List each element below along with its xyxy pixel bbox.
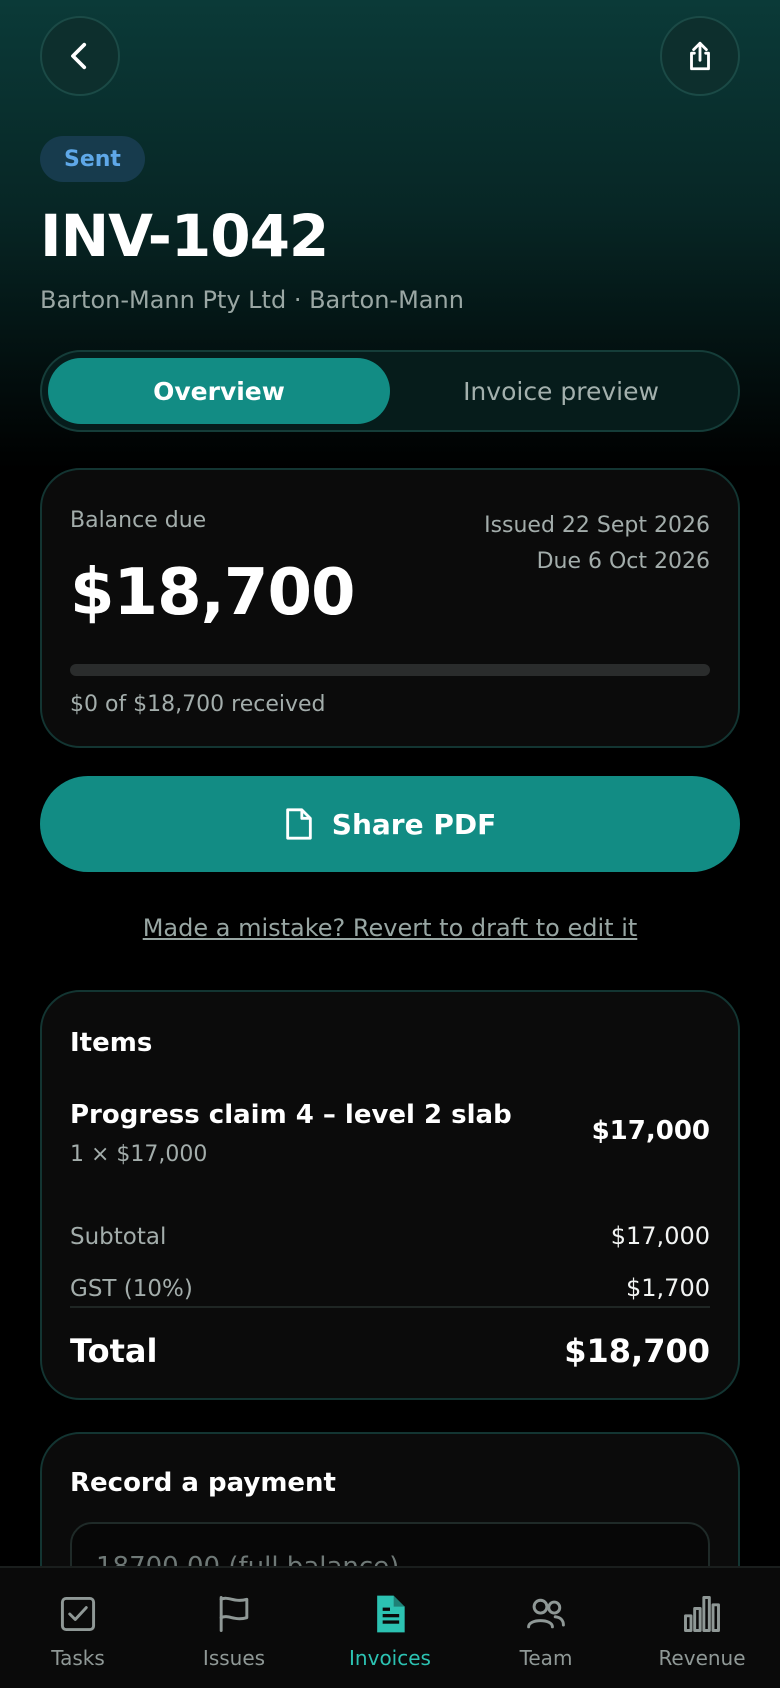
- status-badge: Sent: [40, 136, 145, 182]
- nav-label: Revenue: [658, 1646, 746, 1670]
- share-pdf-label: Share PDF: [331, 807, 497, 841]
- nav-team[interactable]: Team: [468, 1568, 624, 1688]
- items-card: Items Progress claim 4 – level 2 slab 1 …: [40, 990, 740, 1400]
- back-button[interactable]: [40, 16, 120, 96]
- line-item-name: Progress claim 4 – level 2 slab: [70, 1100, 512, 1130]
- balance-card: Balance due $18,700 Issued 22 Sept 2026 …: [40, 468, 740, 748]
- nav-issues[interactable]: Issues: [156, 1568, 312, 1688]
- client-name: Barton-Mann Pty Ltd · Barton-Mann: [40, 286, 464, 314]
- line-item-quantity: 1 × $17,000: [70, 1142, 208, 1167]
- share-pdf-button[interactable]: Share PDF: [40, 776, 740, 872]
- share-icon: [690, 41, 710, 71]
- document-icon: [377, 1595, 405, 1633]
- nav-label: Issues: [202, 1646, 266, 1670]
- nav-revenue[interactable]: Revenue: [624, 1568, 780, 1688]
- nav-label: Team: [519, 1646, 573, 1670]
- gst-label: GST (10%): [70, 1276, 193, 1302]
- balance-label: Balance due: [70, 508, 207, 533]
- people-icon: [527, 1598, 565, 1629]
- nav-invoices[interactable]: Invoices: [312, 1568, 468, 1688]
- bar-chart-icon: [684, 1596, 720, 1632]
- due-date: Due 6 Oct 2026: [536, 549, 710, 574]
- received-summary: $0 of $18,700 received: [70, 692, 326, 717]
- nav-tasks[interactable]: Tasks: [0, 1568, 156, 1688]
- gst-value: $1,700: [626, 1274, 710, 1302]
- view-tabs: Overview Invoice preview: [40, 350, 740, 432]
- invoice-dates: Issued 22 Sept 2026 Due 6 Oct 2026: [484, 508, 710, 580]
- total-value: $18,700: [564, 1332, 710, 1370]
- payment-progress-bar: [70, 664, 710, 676]
- balance-amount: $18,700: [70, 556, 355, 630]
- invoice-detail-screen: Sent INV-1042 Barton-Mann Pty Ltd · Bart…: [0, 0, 780, 1688]
- tab-invoice-preview[interactable]: Invoice preview: [390, 358, 732, 424]
- tab-overview[interactable]: Overview: [48, 358, 390, 424]
- line-item-amount: $17,000: [591, 1116, 710, 1146]
- subtotal-value: $17,000: [610, 1222, 710, 1250]
- file-icon: [286, 808, 312, 840]
- issued-date: Issued 22 Sept 2026: [484, 513, 710, 538]
- subtotal-label: Subtotal: [70, 1224, 167, 1250]
- total-divider: [70, 1306, 710, 1308]
- nav-label: Invoices: [349, 1646, 431, 1670]
- total-label: Total: [70, 1332, 158, 1370]
- flag-icon: [219, 1596, 249, 1632]
- chevron-left-icon: [71, 42, 87, 70]
- items-heading: Items: [70, 1028, 153, 1058]
- checkbox-icon: [60, 1596, 96, 1632]
- nav-label: Tasks: [51, 1646, 105, 1670]
- record-payment-heading: Record a payment: [70, 1468, 336, 1498]
- invoice-number: INV-1042: [40, 202, 329, 270]
- revert-to-draft-link[interactable]: Made a mistake? Revert to draft to edit …: [0, 914, 780, 942]
- share-button[interactable]: [660, 16, 740, 96]
- bottom-navigation: Tasks Issues Invoices Team Revenue: [0, 1566, 780, 1688]
